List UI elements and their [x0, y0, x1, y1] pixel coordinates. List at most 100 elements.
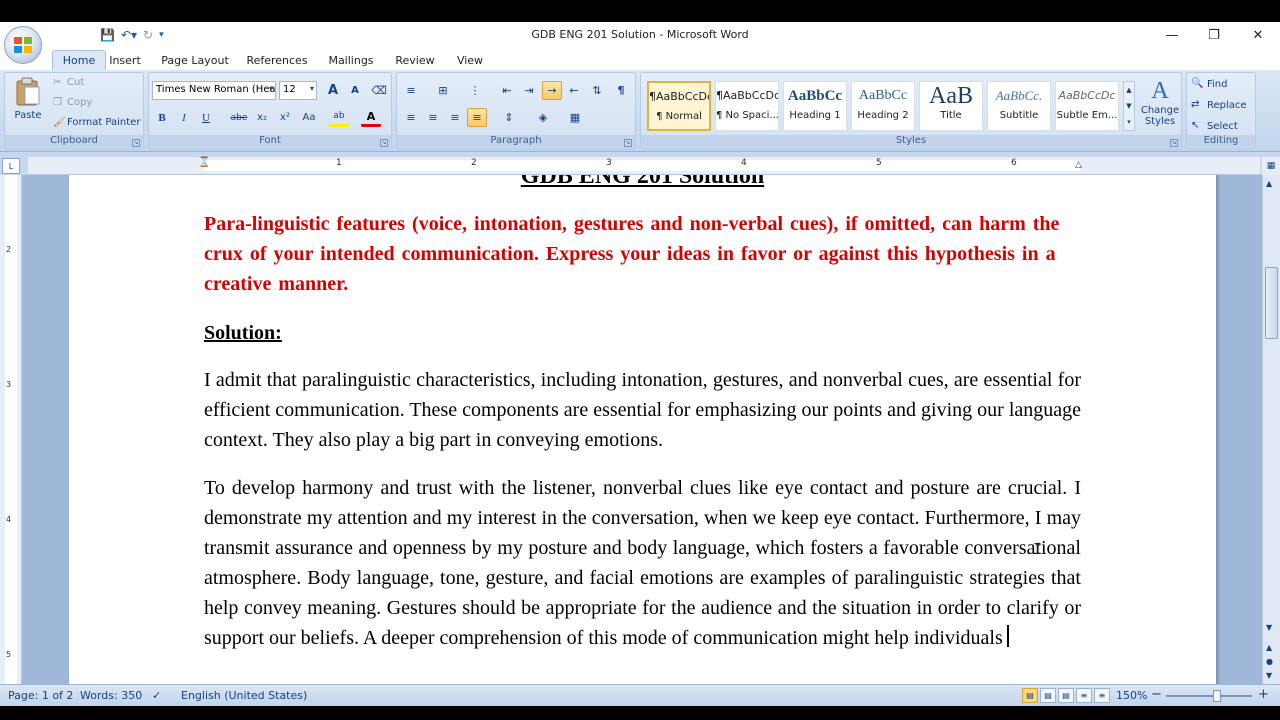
bullets-icon[interactable]: ≡ [401, 81, 421, 100]
horizontal-ruler[interactable]: ⌛ △ 1 2 3 4 5 6 [28, 157, 1260, 175]
style-normal[interactable]: ¶AaBbCcDc ¶ Normal [647, 81, 711, 131]
tab-view[interactable]: View [450, 50, 490, 70]
outline-view-icon[interactable]: ≡ [1076, 688, 1092, 703]
italic-button[interactable]: I [174, 108, 194, 127]
subscript-button[interactable]: x₂ [252, 108, 272, 127]
rtl-icon[interactable]: ← [564, 81, 584, 100]
previous-page-icon[interactable]: ▲ [1266, 643, 1272, 652]
web-layout-view-icon[interactable]: ▤ [1058, 688, 1074, 703]
font-name-combo[interactable]: Times New Roman (Hea ▾ [152, 81, 276, 100]
tab-insert[interactable]: Insert [106, 50, 144, 70]
cut-button[interactable]: Cut [67, 77, 84, 88]
close-button[interactable]: ✕ [1236, 22, 1280, 48]
restore-button[interactable]: ❐ [1192, 22, 1236, 48]
zoom-slider[interactable] [1166, 695, 1252, 697]
borders-icon[interactable]: ▦ [565, 108, 585, 127]
style-title[interactable]: AaB Title [919, 81, 983, 131]
proofing-icon[interactable]: ✓ [152, 689, 161, 702]
shading-icon[interactable]: ◈ [533, 108, 553, 127]
tab-page-layout[interactable]: Page Layout [158, 50, 232, 70]
office-button[interactable] [4, 26, 42, 64]
scroll-up-icon[interactable]: ▲ [1266, 179, 1272, 188]
increase-indent-icon[interactable]: ⇥ [519, 81, 539, 100]
language-indicator[interactable]: English (United States) [181, 689, 307, 702]
full-screen-reading-view-icon[interactable]: ▤ [1040, 688, 1056, 703]
binoculars-icon: 🔍 [1191, 78, 1204, 89]
clipboard-group-label: Clipboard [5, 135, 143, 149]
sort-icon[interactable]: ⇅ [587, 81, 607, 100]
tab-review[interactable]: Review [392, 50, 438, 70]
browse-object-icon[interactable]: ● [1266, 657, 1273, 666]
styles-scroll[interactable]: ▲ ▼ ▾ [1123, 81, 1135, 131]
right-indent-marker-icon[interactable]: △ [1075, 160, 1082, 170]
copy-button[interactable]: Copy [67, 97, 92, 108]
vertical-scrollbar[interactable]: ▲ ▼ ▲ ● ▼ [1262, 175, 1280, 684]
multilevel-list-icon[interactable]: ⋮ [465, 81, 485, 100]
change-styles-icon: A [1151, 78, 1169, 104]
zoom-level[interactable]: 150% [1116, 689, 1147, 702]
styles-dialog-launcher-icon[interactable]: ↘ [1170, 139, 1178, 147]
grow-font-button[interactable]: A [323, 81, 343, 100]
print-layout-view-icon[interactable]: ▤ [1022, 688, 1038, 703]
scroll-down-icon[interactable]: ▼ [1266, 623, 1272, 632]
numbering-icon[interactable]: ⊞ [433, 81, 453, 100]
view-ruler-icon[interactable]: ▦ [1262, 157, 1280, 175]
superscript-button[interactable]: x² [275, 108, 295, 127]
tab-home[interactable]: Home [52, 50, 106, 70]
align-center-icon[interactable]: ≡ [423, 108, 443, 127]
title-bar: 💾 ↶▾ ↻ ▾ GDB ENG 201 Solution - Microsof… [0, 22, 1280, 48]
paste-button[interactable]: Paste [9, 77, 47, 133]
editing-group-label: Editing [1187, 135, 1255, 149]
zoom-in-button[interactable]: + [1258, 687, 1269, 702]
scroll-thumb[interactable] [1265, 267, 1278, 339]
align-right-icon[interactable]: ≡ [445, 108, 465, 127]
line-spacing-icon[interactable]: ⇕ [499, 108, 519, 127]
font-size-combo[interactable]: 12 ▾ [279, 81, 317, 100]
style-subtle-emphasis[interactable]: AaBbCcDc Subtle Em... [1055, 81, 1119, 131]
style-heading-2[interactable]: AaBbCc Heading 2 [851, 81, 915, 131]
zoom-slider-knob[interactable] [1213, 690, 1221, 702]
align-left-icon[interactable]: ≡ [401, 108, 421, 127]
change-case-button[interactable]: Aa [299, 108, 319, 127]
ruler-tab-selector[interactable]: L [2, 158, 20, 174]
style-no-spacing[interactable]: ¶AaBbCcDc ¶ No Spaci... [715, 81, 779, 131]
indent-marker-icon[interactable]: ⌛ [198, 157, 210, 168]
styles-group: ¶AaBbCcDc ¶ Normal ¶AaBbCcDc ¶ No Spaci.… [640, 72, 1182, 150]
paragraph-dialog-launcher-icon[interactable]: ↘ [624, 139, 632, 147]
underline-button[interactable]: U [196, 108, 216, 127]
font-color-button[interactable]: A [361, 108, 381, 127]
shrink-font-button[interactable]: A [345, 81, 365, 100]
minimize-button[interactable]: — [1150, 22, 1194, 48]
clear-formatting-icon[interactable]: ⌫ [369, 81, 389, 100]
decrease-indent-icon[interactable]: ⇤ [497, 81, 517, 100]
find-button[interactable]: Find [1207, 79, 1228, 90]
format-painter-button[interactable]: Format Painter [67, 117, 140, 128]
clipboard-dialog-launcher-icon[interactable]: ↘ [132, 139, 140, 147]
highlight-button[interactable]: ab [329, 108, 349, 127]
bold-button[interactable]: B [152, 108, 172, 127]
word-count[interactable]: Words: 350 [80, 689, 142, 702]
font-dialog-launcher-icon[interactable]: ↘ [380, 139, 388, 147]
strikethrough-button[interactable]: abe [229, 108, 249, 127]
style-subtitle[interactable]: AaBbCc. Subtitle [987, 81, 1051, 131]
document-page[interactable]: GDB ENG 201 Solution Para-linguistic fea… [69, 175, 1216, 684]
draft-view-icon[interactable]: ≡ [1094, 688, 1110, 703]
document-workspace: GDB ENG 201 Solution Para-linguistic fea… [22, 175, 1262, 684]
ruler-number: 3 [6, 380, 12, 389]
next-page-icon[interactable]: ▼ [1266, 671, 1272, 680]
page-indicator[interactable]: Page: 1 of 2 [8, 689, 73, 702]
tab-references[interactable]: References [244, 50, 310, 70]
select-button[interactable]: Select [1207, 121, 1238, 132]
ribbon: Paste ✂ Cut ❐ Copy 🖌 Format Painter Clip… [0, 70, 1280, 152]
style-heading-1[interactable]: AaBbCc Heading 1 [783, 81, 847, 131]
ruler-number: 6 [1011, 158, 1017, 168]
tab-mailings[interactable]: Mailings [324, 50, 378, 70]
ltr-icon[interactable]: → [542, 81, 562, 100]
vertical-ruler[interactable]: 2 3 4 5 [0, 175, 22, 684]
zoom-out-button[interactable]: − [1151, 687, 1162, 702]
show-hide-button[interactable]: ¶ [611, 81, 631, 100]
replace-button[interactable]: Replace [1207, 100, 1247, 111]
chevron-down-icon: ▾ [268, 84, 273, 93]
change-styles-button[interactable]: A Change Styles [1139, 77, 1181, 135]
justify-icon[interactable]: ≡ [467, 108, 487, 127]
